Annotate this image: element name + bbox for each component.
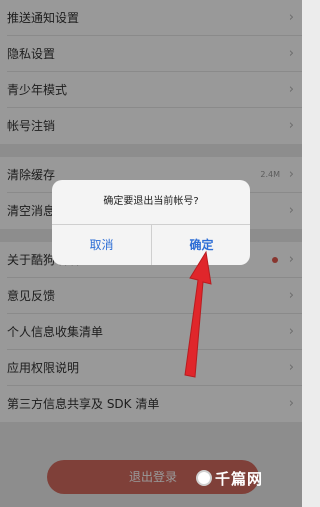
arrow-icon [184,250,212,378]
red-arrow-annotation [184,250,212,378]
watermark-text: 千篇网 [215,469,264,488]
watermark: 千篇网 [196,467,263,489]
watermark-logo-icon [196,470,212,486]
